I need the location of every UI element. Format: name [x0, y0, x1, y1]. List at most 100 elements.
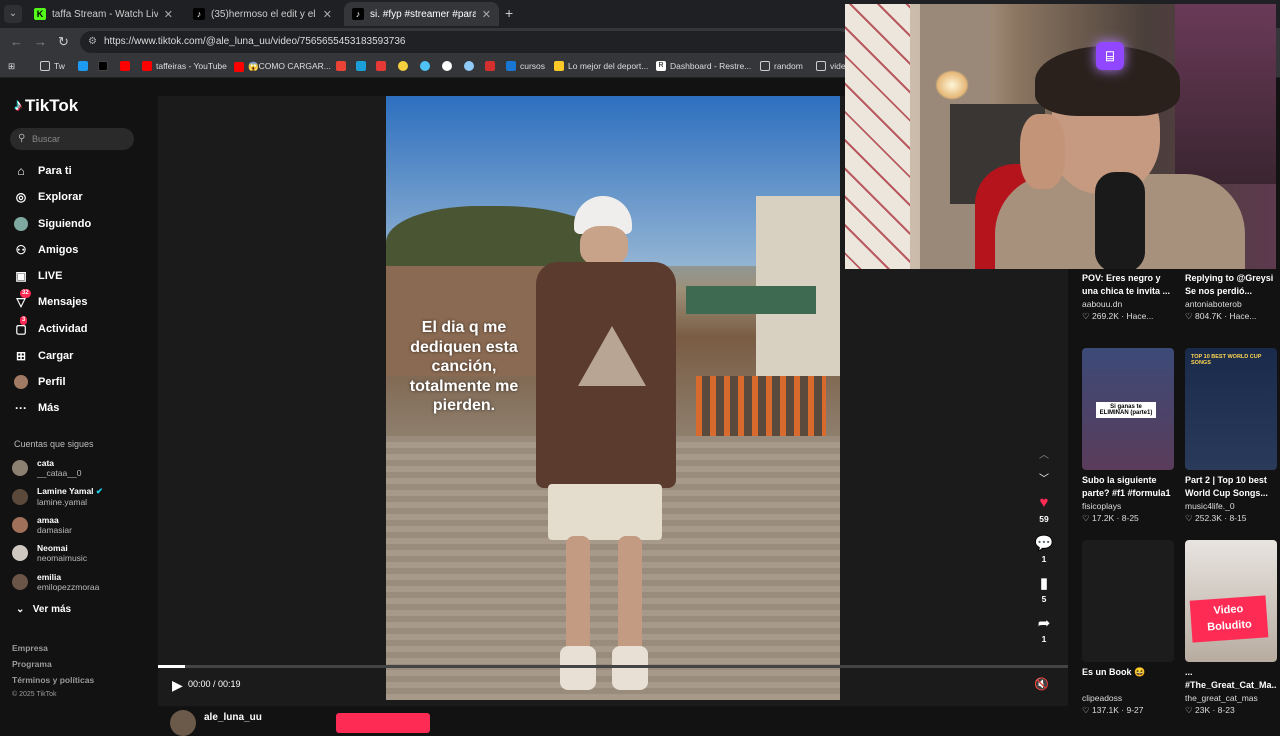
like-button[interactable]: ♥ 59 — [1032, 494, 1056, 534]
video-card[interactable]: Video Boludito ... #The_Great_Cat_Ma... … — [1185, 540, 1277, 716]
nav-live[interactable]: ▣ LIVE — [14, 269, 62, 283]
chevron-down-icon[interactable]: ﹀ — [1032, 470, 1056, 494]
author-avatar[interactable] — [170, 710, 196, 736]
bookmark-icon-2[interactable] — [98, 61, 112, 71]
live-icon: ▣ — [15, 269, 27, 283]
messages-badge: 32 — [20, 289, 31, 298]
nav-mensajes[interactable]: ▽ 32 Mensajes — [14, 289, 88, 309]
bookmark-deportes[interactable]: Lo mejor del deport... — [554, 61, 648, 71]
video-card-title: Part 2 | Top 10 best World Cup Songs... — [1185, 475, 1268, 498]
bookmark-dashboard[interactable]: R Dashboard - Restre... — [656, 61, 751, 71]
nav-amigos[interactable]: ⚇ Amigos — [14, 243, 79, 257]
tab-close-icon[interactable]: ✕ — [482, 8, 491, 21]
bookmark-icon-7[interactable] — [398, 61, 412, 71]
bookmark-icon-9[interactable] — [442, 61, 456, 71]
heart-outline-icon: ♡ — [1082, 705, 1090, 715]
video-card-title: Subo la siguiente parte? #f1 #formula1 — [1082, 475, 1171, 498]
bookmark-cursos[interactable]: cursos — [506, 61, 545, 71]
comment-button[interactable]: 💬 1 — [1032, 534, 1056, 574]
following-account[interactable]: amaa damasiar — [12, 515, 72, 535]
follow-button[interactable] — [336, 713, 430, 733]
back-arrow-icon[interactable]: ← — [10, 34, 23, 49]
following-account[interactable]: emilia emilopezzmoraa — [12, 572, 99, 592]
new-tab-plus-icon[interactable]: + — [505, 5, 513, 21]
tab-title: (35)hermoso el edit y el del edit — [211, 8, 317, 20]
bookmark-folder-tw[interactable]: Tw — [40, 61, 65, 71]
video-card[interactable]: Es un Book 😆 clipeadoss ♡ 137.1K · 9-27 — [1082, 540, 1174, 716]
mute-icon[interactable]: 🔇 — [1034, 677, 1049, 691]
bookmark-youtube[interactable]: taffeiras - YouTube — [142, 61, 227, 71]
see-more-button[interactable]: ⌄ Ver más — [16, 604, 71, 615]
bookmark-icon-10[interactable] — [464, 61, 478, 71]
footer-link-terminos[interactable]: Términos y políticas — [12, 675, 94, 685]
video-card-title: POV: Eres negro y una chica te invita ..… — [1082, 273, 1171, 296]
video-progress-bar[interactable] — [158, 665, 1068, 668]
video-card-stats: ♡ 137.1K · 9-27 — [1082, 705, 1144, 715]
bookmark-icon-1[interactable] — [78, 61, 92, 71]
bookmark-icon-5[interactable] — [356, 61, 370, 71]
browser-tab-1[interactable]: K taffa Stream - Watch Live o ✕ — [26, 2, 181, 26]
nav-siguiendo[interactable]: Siguiendo — [14, 217, 91, 231]
share-arrow-icon: ➦ — [1037, 615, 1051, 632]
home-icon: ⌂ — [17, 164, 25, 178]
bookmark-icon-6[interactable] — [376, 61, 390, 71]
video-time: 00:00 / 00:19 — [188, 679, 241, 689]
site-info-icon[interactable]: ⚙ — [88, 31, 97, 53]
video-card[interactable]: POV: Eres negro y una chica te invita ..… — [1082, 268, 1174, 322]
video-person — [536, 196, 686, 696]
forward-arrow-icon[interactable]: → — [34, 34, 47, 49]
bookmark-icon-3[interactable] — [120, 61, 134, 71]
nav-mas[interactable]: ··· Más — [14, 401, 59, 415]
bookmark-icon-4[interactable] — [336, 61, 350, 71]
author-name[interactable]: ale_luna_uu — [204, 712, 262, 723]
search-placeholder: Buscar — [32, 134, 61, 144]
save-button[interactable]: ▮ 5 — [1032, 574, 1056, 614]
video-frame[interactable]: El dia q me dedi­quen esta canción, tota… — [386, 96, 840, 700]
play-icon[interactable]: ▶ — [172, 677, 183, 694]
reload-icon[interactable]: ↻ — [58, 34, 69, 50]
avatar — [12, 488, 28, 505]
bookmark-folder-random[interactable]: random — [760, 61, 803, 71]
share-button[interactable]: ➦ 1 — [1032, 614, 1056, 654]
following-account[interactable]: Lamine Yamal ✔ lamine.yamal — [12, 486, 103, 507]
search-icon: ⚲ — [18, 133, 26, 144]
apps-grid-icon[interactable]: ⊞ — [8, 61, 15, 72]
search-input[interactable]: ⚲ Buscar — [10, 128, 134, 150]
tab-list-chevron-icon[interactable]: ⌄ — [4, 5, 22, 23]
url-input[interactable]: ⚙ https://www.tiktok.com/@ale_luna_uu/vi… — [80, 31, 850, 53]
author-bar: ale_luna_uu — [158, 706, 1068, 736]
nav-explorar[interactable]: ◎ Explorar — [14, 190, 83, 204]
tab-close-icon[interactable]: ✕ — [323, 8, 332, 21]
following-account[interactable]: cata __cataa__0 — [12, 458, 81, 478]
activity-icon: ▢ 3 — [15, 316, 28, 336]
video-card[interactable]: Replying to @Greysi Se nos perdió... ant… — [1185, 268, 1277, 322]
browser-tab-2[interactable]: ♪ (35)hermoso el edit y el del edit ✕ — [185, 2, 340, 26]
video-card[interactable]: Si ganas te ELIMINAN (parte1) Subo la si… — [1082, 348, 1174, 524]
avatar — [12, 545, 28, 561]
browser-tab-3[interactable]: ♪ si. #fyp #streamer #paratiiiiiiiiiii ✕ — [344, 2, 499, 26]
bookmark-folder-vide[interactable]: vide — [816, 61, 846, 71]
video-card-thumbnail: Video Boludito — [1185, 540, 1277, 662]
restream-icon: R — [656, 61, 666, 71]
nav-actividad[interactable]: ▢ 3 Actividad — [14, 316, 88, 336]
chevron-up-icon[interactable]: ︿ — [1032, 446, 1056, 470]
tab-close-icon[interactable]: ✕ — [164, 8, 173, 21]
tiktok-logo[interactable]: ♪ TikTok — [14, 96, 78, 116]
video-card[interactable]: TOP 10 BEST WORLD CUP SONGS Part 2 | Top… — [1185, 348, 1277, 524]
bookmark-como-cargar[interactable]: 😱COMO CARGAR... — [234, 61, 331, 72]
nav-cargar[interactable]: ⊞ Cargar — [14, 349, 74, 363]
app-icon — [554, 61, 564, 71]
app-icon — [464, 61, 474, 71]
footer-link-programa[interactable]: Programa — [12, 659, 52, 669]
webcam-overlay: ⌸ — [845, 4, 1276, 269]
nav-para-ti[interactable]: ⌂ Para ti — [14, 164, 71, 178]
following-account[interactable]: Neomai neomaimusic — [12, 543, 87, 563]
footer-link-empresa[interactable]: Empresa — [12, 643, 48, 653]
app-icon — [420, 61, 430, 71]
following-section-title: Cuentas que sigues — [14, 439, 94, 449]
bookmark-icon-11[interactable] — [485, 61, 499, 71]
bookmark-icon-8[interactable] — [420, 61, 434, 71]
video-card-author: clipeadoss — [1082, 693, 1123, 703]
video-card-title: Replying to @Greysi Se nos perdió... — [1185, 273, 1274, 296]
nav-perfil[interactable]: Perfil — [14, 375, 66, 389]
